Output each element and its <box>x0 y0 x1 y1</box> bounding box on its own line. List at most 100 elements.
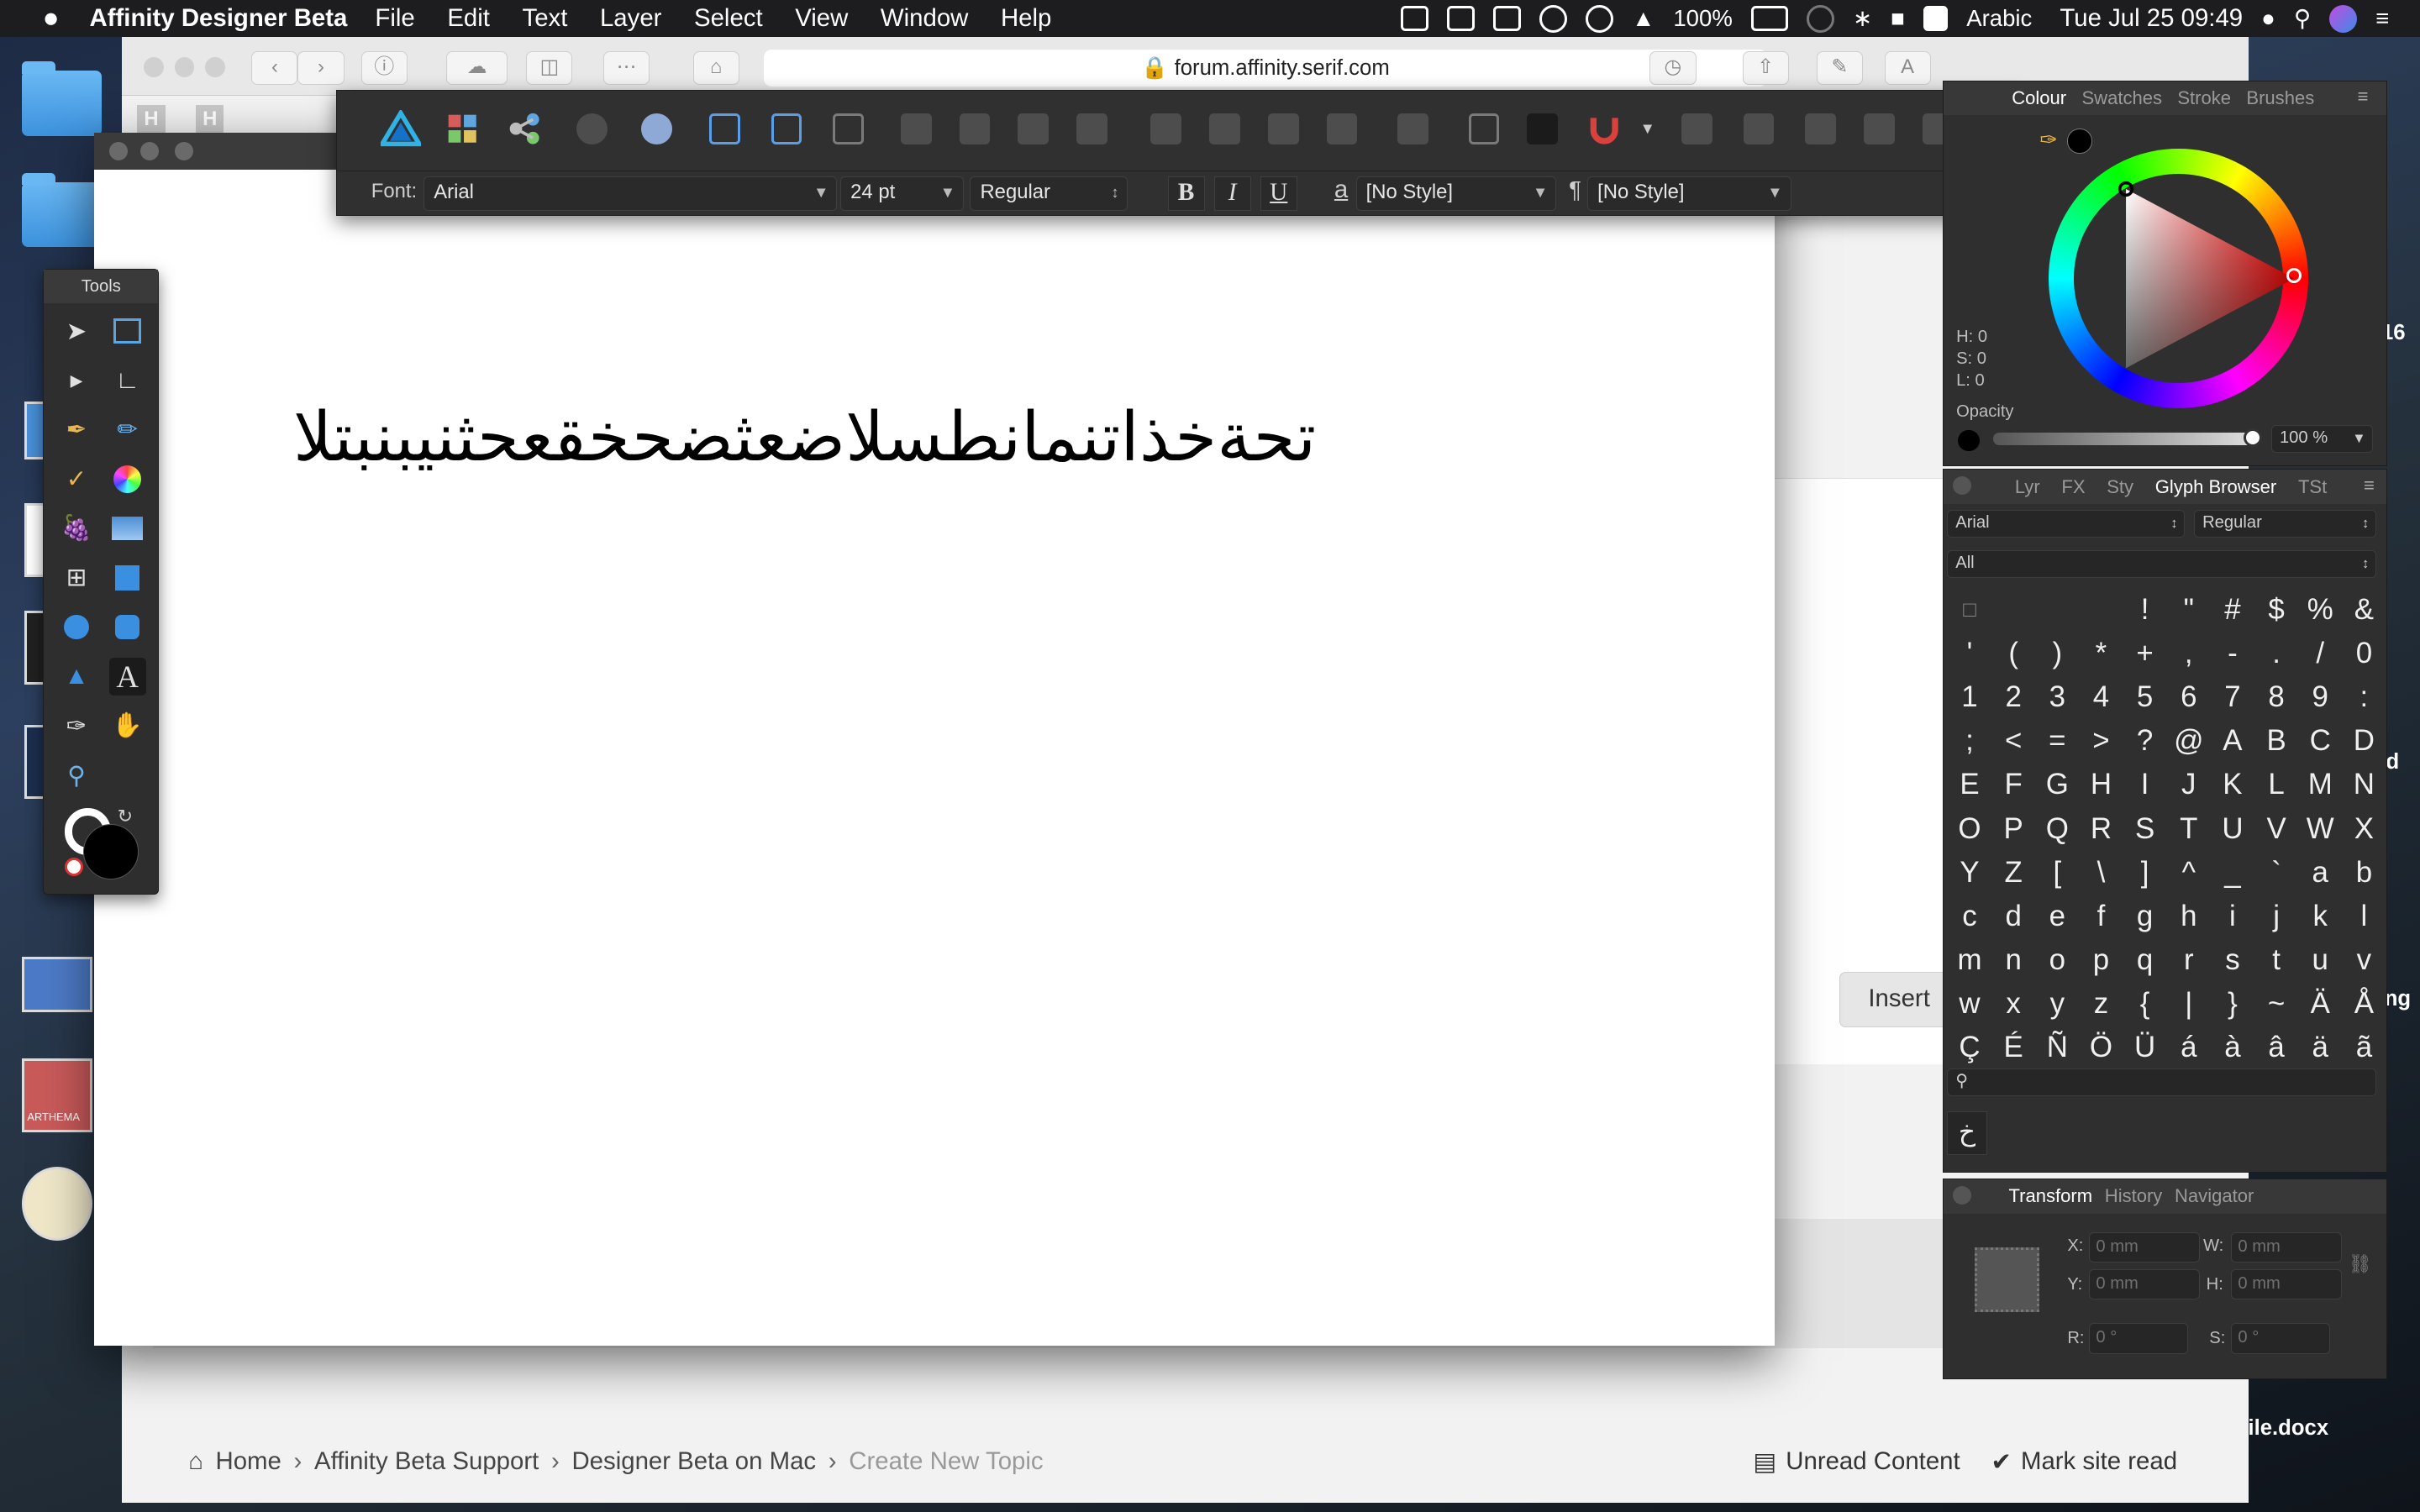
rounded-rectangle-tool-icon[interactable] <box>109 609 146 646</box>
rectangle-tool-icon[interactable] <box>109 559 146 596</box>
zoom-button[interactable] <box>205 56 226 77</box>
ellipse-tool-icon[interactable] <box>58 609 95 646</box>
glyph-cell[interactable]: Q <box>2035 807 2079 851</box>
glyph-cell[interactable]: V <box>2254 807 2298 851</box>
glyph-cell[interactable]: A <box>2211 719 2254 763</box>
glyph-cell[interactable]: g <box>2123 895 2167 938</box>
boolean-subtract-icon[interactable] <box>1739 109 1779 150</box>
glyph-cell[interactable]: < <box>1991 719 2035 763</box>
glyph-cell[interactable]: Ä <box>2298 982 2342 1026</box>
glyph-style-select[interactable]: Regular ↕ <box>2193 510 2376 538</box>
glyph-cell[interactable]: z <box>2079 982 2123 1026</box>
glyph-cell[interactable]: W <box>2298 807 2342 851</box>
glyph-cell[interactable]: c <box>1948 895 1991 938</box>
arrange-forward-icon[interactable] <box>1013 109 1054 150</box>
glyph-cell[interactable]: o <box>2035 938 2079 982</box>
current-colour-swatch[interactable] <box>2067 129 2092 154</box>
glyph-cell[interactable]: . <box>2254 632 2298 675</box>
link-icon[interactable]: ⛓ <box>2349 1253 2372 1275</box>
lock-icon[interactable]: ■ <box>1891 5 1905 32</box>
opacity-slider[interactable] <box>1993 433 2253 445</box>
anchor-point-selector[interactable] <box>1975 1247 2040 1313</box>
glyph-cell[interactable]: N <box>2342 763 2386 806</box>
glyph-cell[interactable]: Ö <box>2079 1026 2123 1069</box>
glyph-cell[interactable]: x <box>1991 982 2035 1026</box>
glyph-cell[interactable]: I <box>2123 763 2167 806</box>
rotate-left-icon[interactable] <box>1263 109 1303 150</box>
transform-selection-icon[interactable] <box>705 109 745 150</box>
menu-select[interactable]: Select <box>694 4 763 33</box>
glyph-cell[interactable]: Z <box>1991 851 2035 895</box>
glyph-cell[interactable]: @ <box>2167 719 2211 763</box>
window-layout-icon[interactable] <box>1492 6 1521 31</box>
glyph-cell[interactable]: r <box>2167 938 2211 982</box>
glyph-cell[interactable]: B <box>2254 719 2298 763</box>
glyph-cell[interactable]: S <box>2123 807 2167 851</box>
clock[interactable]: Tue Jul 25 09:49 <box>2060 4 2243 33</box>
crop-tool-icon[interactable]: ⊞ <box>58 559 95 596</box>
menu-view[interactable]: View <box>795 4 848 33</box>
snapping-magnet-icon[interactable] <box>1584 109 1624 150</box>
glyph-cell[interactable]: $ <box>2254 588 2298 632</box>
snapping-dropdown-icon[interactable]: ▼ <box>1628 109 1668 150</box>
glyph-cell[interactable]: & <box>2342 588 2386 632</box>
glyph-cell[interactable]: K <box>2211 763 2254 806</box>
glyph-cell[interactable]: _ <box>2211 851 2254 895</box>
cloud-sync-icon[interactable] <box>1446 6 1475 31</box>
boolean-intersect-icon[interactable] <box>1801 109 1841 150</box>
glyph-cell[interactable]: t <box>2254 938 2298 982</box>
tab-glyph-browser[interactable]: Glyph Browser <box>2155 476 2276 498</box>
desktop-file-thumbnail[interactable] <box>21 956 93 1012</box>
assistant-icon[interactable] <box>572 109 613 150</box>
breadcrumb-designer-beta-on-mac[interactable]: Designer Beta on Mac <box>571 1447 816 1476</box>
artboard-tool-icon[interactable] <box>109 312 146 349</box>
tab-swatches[interactable]: Swatches <box>2081 87 2162 109</box>
opacity-field[interactable]: 100 % ▼ <box>2270 425 2373 454</box>
notification-icon[interactable] <box>1806 4 1835 33</box>
siri-icon[interactable] <box>2329 4 2358 33</box>
document-canvas[interactable]: تحةخذاتنمانطسلاضعثضحخقعحثنيبنبتلا <box>94 132 1776 1346</box>
menu-help[interactable]: Help <box>1001 4 1051 33</box>
glyph-cell[interactable]: ' <box>1948 632 1991 675</box>
glyph-cell[interactable]: à <box>2211 1026 2254 1069</box>
glyph-cell[interactable]: v <box>2342 938 2386 982</box>
glyph-cell[interactable]: ! <box>2123 588 2167 632</box>
glyph-cell[interactable]: J <box>2167 763 2211 806</box>
apple-icon[interactable]: ● <box>31 3 71 34</box>
glyph-cell[interactable]: 5 <box>2123 675 2167 719</box>
glyph-cell[interactable]: l <box>2342 895 2386 938</box>
glyph-cell[interactable]: + <box>2123 632 2167 675</box>
menu-text[interactable]: Text <box>523 4 568 33</box>
panel-menu-icon[interactable]: ≡ <box>2358 86 2369 108</box>
glyph-cell[interactable]: e <box>2035 895 2079 938</box>
glyph-cell[interactable]: P <box>1991 807 2035 851</box>
glyph-cell[interactable]: y <box>2035 982 2079 1026</box>
tab-fx[interactable]: FX <box>2061 476 2085 498</box>
grid-icon[interactable] <box>1464 109 1504 150</box>
colour-picker-wheel-icon[interactable] <box>109 460 146 497</box>
close-button[interactable] <box>143 56 164 77</box>
bold-button[interactable]: B <box>1167 176 1205 211</box>
height-field[interactable]: 0 mm <box>2231 1268 2343 1300</box>
glyph-cell[interactable]: R <box>2079 807 2123 851</box>
unread-content-link[interactable]: ▤ Unread Content <box>1753 1447 1960 1477</box>
glyph-cell[interactable]: q <box>2123 938 2167 982</box>
bluetooth-icon[interactable]: ∗ <box>1853 5 1872 32</box>
glyph-cell[interactable]: w <box>1948 982 1991 1026</box>
glyph-cell[interactable]: ( <box>1991 632 2035 675</box>
view-tool-icon[interactable]: ✋ <box>109 707 146 744</box>
glyph-cell[interactable]: { <box>2123 982 2167 1026</box>
glyph-cell[interactable]: 8 <box>2254 675 2298 719</box>
text-size-icon[interactable]: A <box>1884 50 1931 85</box>
preferences-icon[interactable] <box>637 109 677 150</box>
designer-persona-icon[interactable] <box>380 109 421 150</box>
arabic-text-frame[interactable]: تحةخذاتنمانطسلاضعثضحخقعحثنيبنبتلا <box>293 398 1316 477</box>
glyph-cell[interactable]: D <box>2342 719 2386 763</box>
tab-brushes[interactable]: Brushes <box>2246 87 2314 109</box>
tab-stroke[interactable]: Stroke <box>2177 87 2231 109</box>
glyph-cell[interactable]: É <box>1991 1026 2035 1069</box>
home-icon[interactable]: ⌂ <box>692 50 739 85</box>
glyph-cell[interactable]: M <box>2298 763 2342 806</box>
arrange-backward-icon[interactable] <box>955 109 995 150</box>
safari-tab-h[interactable]: H <box>196 104 224 133</box>
